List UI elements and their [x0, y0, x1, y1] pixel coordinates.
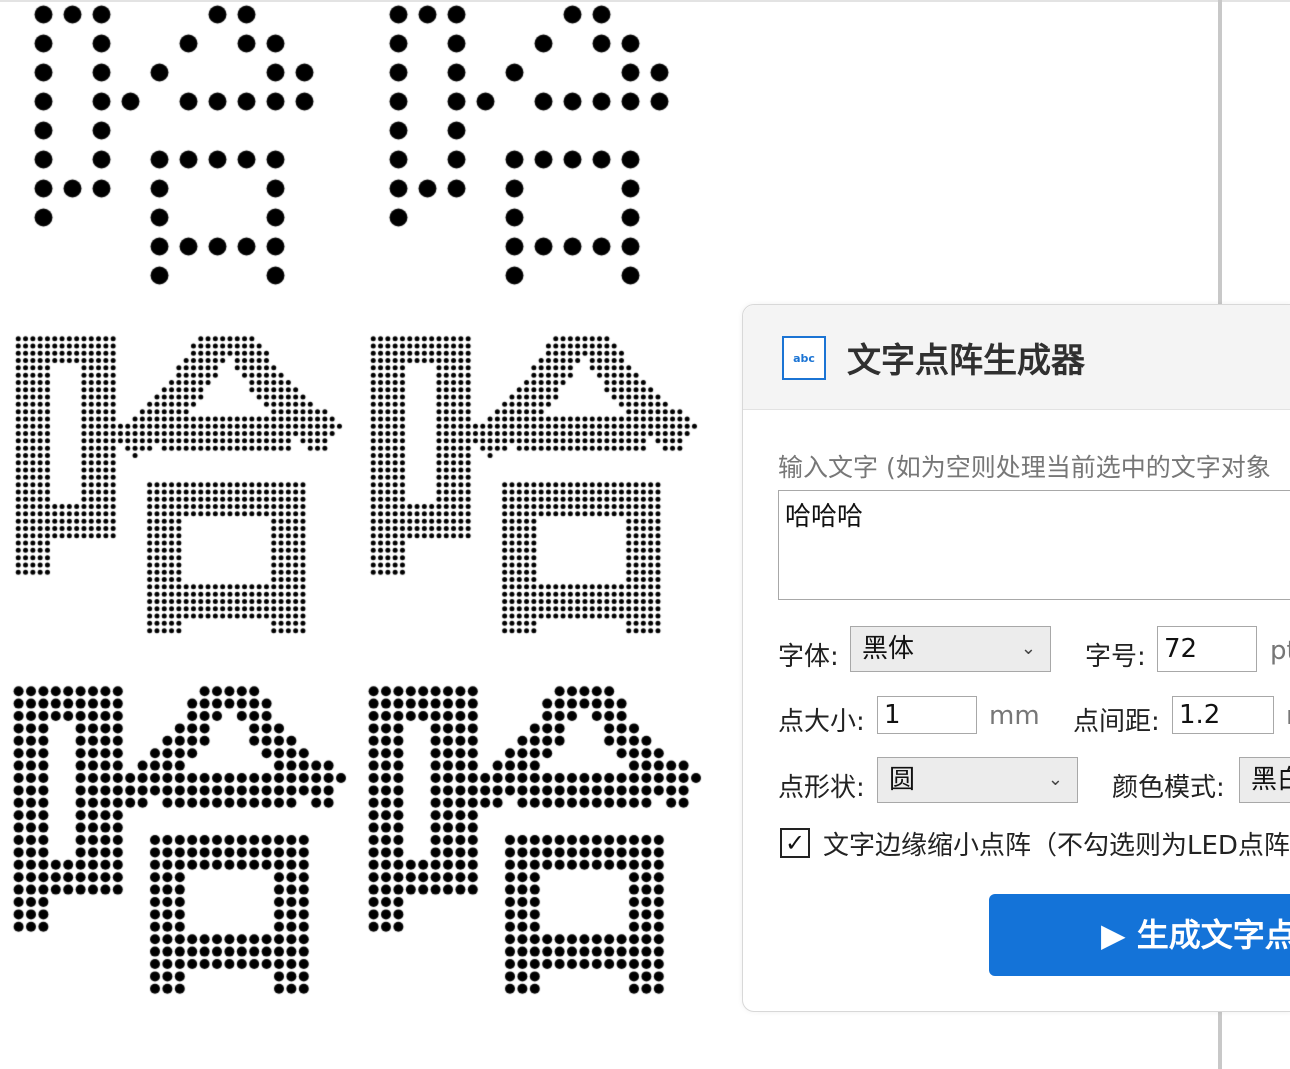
dot-matrix-canvas: [0, 0, 742, 1069]
dot-size-label: 点大小:: [778, 707, 865, 737]
font-size-label: 字号:: [1085, 642, 1146, 672]
checkmark-icon: ✓: [784, 829, 806, 857]
dot-shape-label: 点形状:: [778, 773, 865, 803]
chevron-down-icon: ⌄: [1020, 638, 1036, 659]
dot-shape-select[interactable]: 圆 ⌄: [877, 757, 1078, 803]
font-select[interactable]: 黑体 ⌄: [850, 626, 1051, 672]
canvas-top-border: [0, 0, 1290, 2]
panel-title: 文字点阵生成器: [847, 341, 1085, 381]
panel-header: abc 文字点阵生成器: [743, 305, 1290, 410]
input-text-hint: 输入文字 (如为空则处理当前选中的文字对象: [778, 453, 1271, 482]
color-mode-label: 颜色模式:: [1112, 773, 1225, 803]
generate-dot-matrix-button[interactable]: ▶ 生成文字点: [989, 894, 1290, 976]
dot-shape-value: 圆: [889, 765, 916, 795]
dot-size-unit: mm: [989, 701, 1040, 731]
chevron-down-icon: ⌄: [1047, 769, 1063, 790]
color-mode-select[interactable]: 黑白: [1239, 757, 1290, 803]
font-label: 字体:: [778, 642, 839, 672]
shrink-edge-checkbox[interactable]: ✓: [780, 828, 810, 858]
dot-gap-label: 点间距:: [1073, 707, 1160, 737]
dot-matrix-generator-panel: abc 文字点阵生成器 输入文字 (如为空则处理当前选中的文字对象 哈哈哈 字体…: [742, 304, 1290, 1012]
color-mode-value: 黑白: [1251, 765, 1290, 795]
font-select-value: 黑体: [862, 634, 915, 664]
abc-text-icon: abc: [782, 336, 826, 380]
dot-gap-input[interactable]: 1.2: [1172, 696, 1274, 734]
dot-size-input[interactable]: 1: [877, 696, 977, 734]
shrink-edge-label: 文字边缘缩小点阵（不勾选则为LED点阵: [823, 831, 1290, 861]
font-size-unit: pt: [1270, 636, 1290, 666]
text-input-area[interactable]: 哈哈哈: [778, 490, 1290, 600]
dot-gap-unit: m: [1286, 701, 1290, 731]
font-size-input[interactable]: 72: [1157, 626, 1257, 672]
